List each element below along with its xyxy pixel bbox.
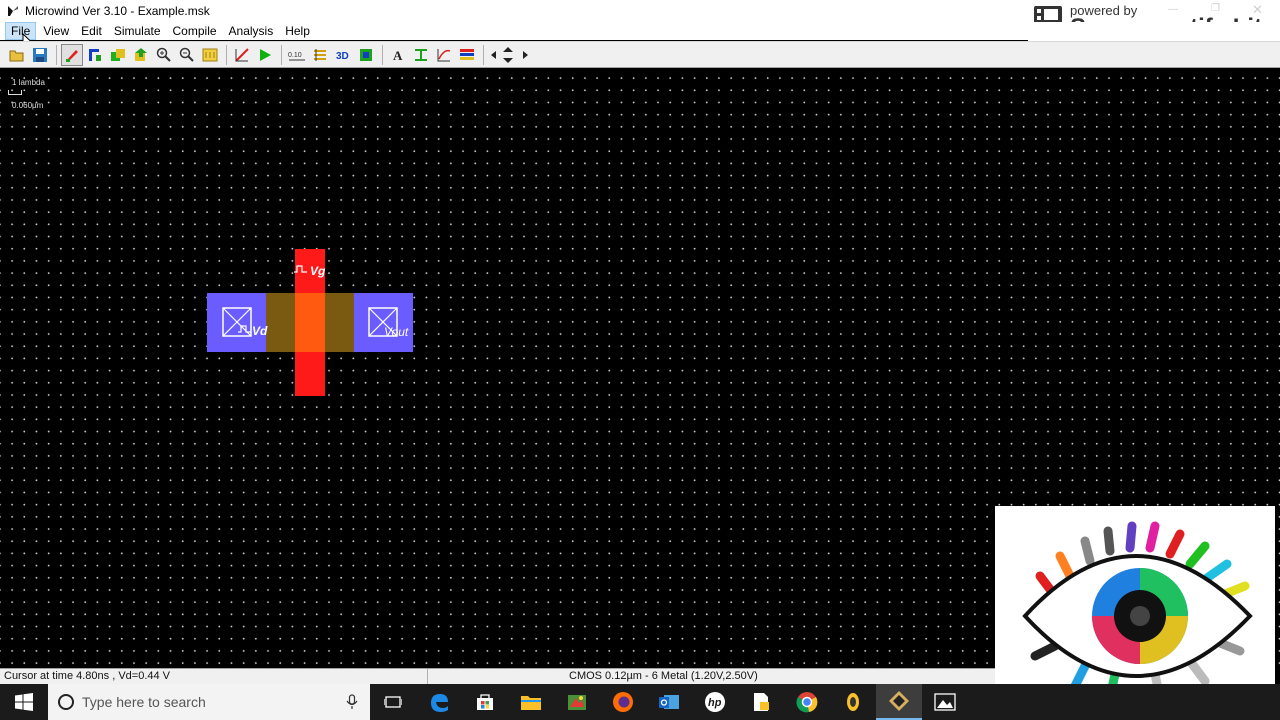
move-icon[interactable] [130, 44, 152, 66]
edit-pen-icon[interactable] [61, 43, 83, 66]
menu-analysis[interactable]: Analysis [224, 23, 279, 39]
toolbar-separator [226, 44, 227, 65]
paint-icon[interactable] [554, 684, 600, 720]
toolbar-separator [56, 44, 57, 65]
open-file-icon[interactable] [6, 44, 28, 66]
toolbar-separator [281, 44, 282, 65]
menu-view[interactable]: View [38, 23, 74, 39]
close-button[interactable]: ✕ [1252, 2, 1263, 18]
status-bar: Cursor at time 4.80ns , Vd=0.44 V CMOS 0… [0, 668, 995, 684]
taskbar: Type here to search hp [0, 684, 1280, 720]
scale-bar [8, 90, 22, 95]
zoom-out-icon[interactable] [176, 44, 198, 66]
task-view-icon[interactable] [370, 684, 416, 720]
menu-compile[interactable]: Compile [168, 23, 222, 39]
ruler-icon[interactable]: 0.10 [286, 44, 308, 66]
view-all-icon[interactable] [199, 44, 221, 66]
run-simulation-icon[interactable] [254, 44, 276, 66]
svg-text:hp: hp [708, 697, 722, 709]
start-button[interactable] [0, 684, 48, 720]
label-vd[interactable]: Vd [252, 324, 267, 338]
microwind-icon[interactable] [876, 684, 922, 720]
graph-icon[interactable] [433, 44, 455, 66]
toolbar-separator [382, 44, 383, 65]
window-title: Microwind Ver 3.10 - Example.msk [25, 4, 210, 18]
menu-simulate[interactable]: Simulate [109, 23, 166, 39]
edge-icon[interactable] [416, 684, 462, 720]
zoom-in-icon[interactable] [153, 44, 175, 66]
svg-text:3D: 3D [336, 51, 349, 62]
chrome-icon[interactable] [784, 684, 830, 720]
pulse-icon [238, 325, 251, 333]
minimize-button[interactable]: — [1168, 4, 1178, 15]
text-icon[interactable]: A [387, 44, 409, 66]
hp-icon[interactable]: hp [692, 684, 738, 720]
taskbar-search[interactable]: Type here to search [48, 684, 370, 720]
toolbar-separator [483, 44, 484, 65]
photos-icon[interactable] [922, 684, 968, 720]
microphone-icon[interactable] [346, 694, 358, 710]
pulse-icon [294, 265, 307, 273]
toolbar: 0.10 3D A [0, 41, 1280, 68]
menu-bar: File View Edit Simulate Compile Analysis… [0, 22, 1280, 40]
screen: Microwind Ver 3.10 - Example.msk powered… [0, 0, 1280, 720]
label-vout[interactable]: Vout [384, 325, 408, 339]
cross-section-icon[interactable] [410, 44, 432, 66]
status-technology: CMOS 0.12µm - 6 Metal (1.20V,2.50V) [569, 670, 758, 682]
store-icon[interactable] [462, 684, 508, 720]
copy-icon[interactable] [107, 44, 129, 66]
palette-icon[interactable] [456, 44, 478, 66]
navigate-arrows-icon[interactable] [488, 44, 528, 66]
firefox-icon[interactable] [600, 684, 646, 720]
search-placeholder: Type here to search [82, 694, 206, 710]
outlook-icon[interactable] [646, 684, 692, 720]
scale-micron-label: 0.060µm [12, 101, 44, 110]
svg-text:0.10: 0.10 [288, 52, 302, 59]
connect-icon[interactable] [355, 44, 377, 66]
media-player-icon[interactable] [830, 684, 876, 720]
measure-icon[interactable] [231, 44, 253, 66]
label-vg[interactable]: Vg [310, 264, 325, 278]
status-cursor-info: Cursor at time 4.80ns , Vd=0.44 V [0, 669, 428, 684]
microwind-app-icon [8, 6, 18, 16]
cortana-icon [58, 694, 74, 710]
3d-view-icon[interactable]: 3D [332, 44, 354, 66]
gate-overlap-region [295, 293, 325, 352]
file-explorer-icon[interactable] [508, 684, 554, 720]
file-pdf-icon[interactable] [738, 684, 784, 720]
scale-lambda-label: 1 lambda [12, 78, 45, 87]
layer-visibility-icon[interactable] [309, 44, 331, 66]
save-icon[interactable] [29, 44, 51, 66]
windows-logo-icon [15, 693, 33, 711]
mos-generator-icon[interactable] [84, 44, 106, 66]
menu-help[interactable]: Help [280, 23, 315, 39]
menu-edit[interactable]: Edit [76, 23, 107, 39]
svg-text:A: A [393, 48, 403, 63]
maximize-button[interactable]: ❐ [1211, 3, 1220, 14]
